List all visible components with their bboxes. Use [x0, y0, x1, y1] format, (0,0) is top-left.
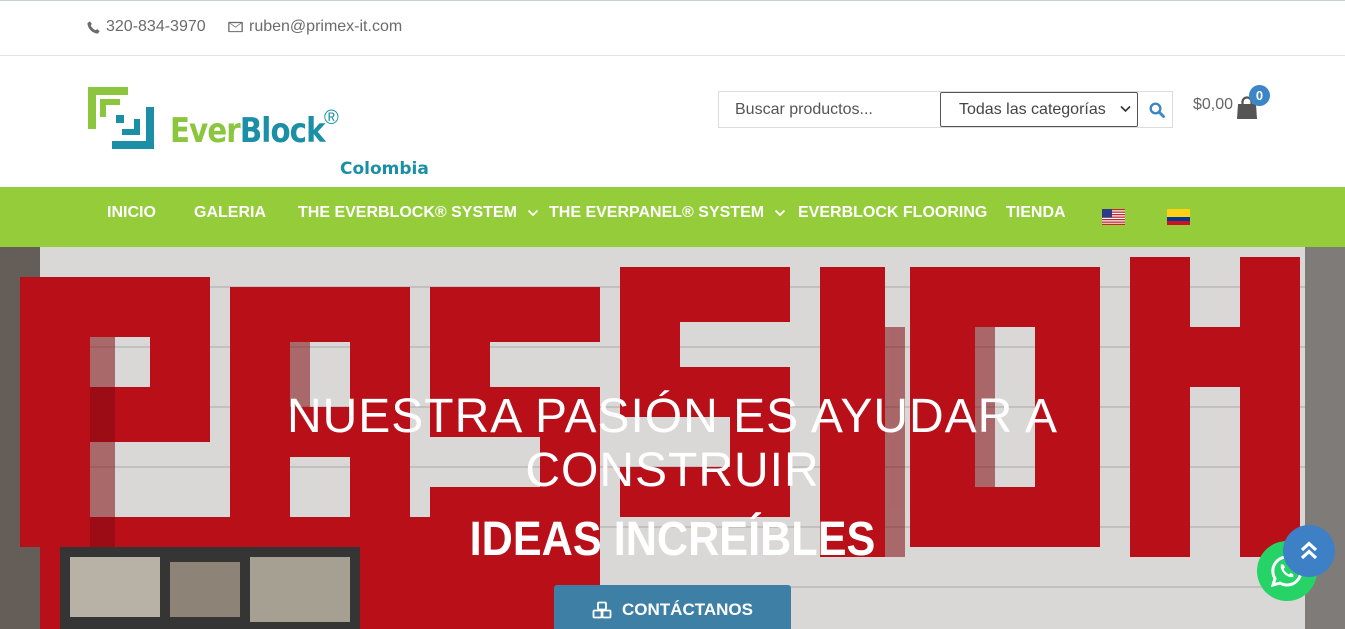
double-chevron-up-icon	[1300, 541, 1318, 560]
nav-item-everpanel-system[interactable]: THE EVERPANEL® SYSTEM	[549, 204, 786, 222]
logo-subtitle: Colombia	[340, 159, 429, 179]
chevron-down-icon	[774, 209, 786, 217]
cubes-icon	[592, 601, 612, 619]
scroll-to-top-button[interactable]	[1283, 525, 1335, 577]
nav-label: INICIO	[107, 204, 156, 221]
contact-us-button[interactable]: CONTÁCTANOS	[554, 585, 791, 629]
colombia-flag-icon[interactable]	[1167, 209, 1190, 225]
category-select-value: Todas las categorías	[959, 101, 1106, 118]
nav-item-everblock-flooring[interactable]: EVERBLOCK FLOORING	[798, 204, 987, 222]
logo-ever: Ever	[170, 111, 241, 151]
category-select[interactable]: Todas las categorías	[940, 92, 1138, 127]
phone-icon	[87, 20, 100, 34]
cart-total[interactable]: $0,00	[1193, 96, 1233, 114]
nav-item-galeria[interactable]: GALERIA	[194, 204, 266, 222]
search-icon	[1148, 101, 1165, 118]
us-flag-icon[interactable]	[1102, 209, 1125, 225]
phone-number: 320-834-3970	[106, 18, 206, 35]
product-search: Todas las categorías	[718, 91, 1173, 128]
everblock-logo[interactable]: EverBlock ® Colombia	[86, 85, 429, 179]
hero-headline-line1: NUESTRA PASIÓN ES AYUDAR A	[286, 390, 1059, 443]
nav-item-inicio[interactable]: INICIO	[107, 204, 156, 222]
chevron-down-icon	[527, 209, 539, 217]
top-bar: 320-834-3970 ruben@primex-it.com	[0, 0, 1345, 56]
phone-contact[interactable]: 320-834-3970	[87, 18, 206, 36]
logo-block: Block	[239, 111, 326, 151]
chevron-down-icon	[1120, 105, 1131, 113]
nav-label: EVERBLOCK FLOORING	[798, 204, 988, 221]
nav-label: TIENDA	[1006, 204, 1066, 221]
hero-subheadline: IDEAS INCREÍBLES	[469, 513, 876, 566]
logo-registered: ®	[324, 107, 339, 129]
main-navigation: INICIO GALERIA THE EVERBLOCK® SYSTEM THE…	[0, 187, 1345, 247]
nav-label: THE EVERBLOCK® SYSTEM	[298, 204, 517, 221]
nav-item-everblock-system[interactable]: THE EVERBLOCK® SYSTEM	[298, 204, 539, 222]
email-address: ruben@primex-it.com	[249, 18, 403, 35]
nav-label: THE EVERPANEL® SYSTEM	[549, 204, 765, 221]
contact-us-label: CONTÁCTANOS	[622, 600, 753, 619]
nav-label: GALERIA	[194, 204, 266, 221]
hero-headline-line2: CONSTRUIR	[525, 444, 820, 497]
site-header: EverBlock ® Colombia Todas las categoría…	[0, 56, 1345, 187]
email-contact[interactable]: ruben@primex-it.com	[228, 18, 402, 36]
nav-item-tienda[interactable]: TIENDA	[1006, 204, 1066, 222]
envelope-icon	[228, 21, 243, 33]
search-button[interactable]	[1140, 92, 1173, 127]
logo-wordmark: EverBlock	[170, 111, 326, 151]
search-input[interactable]	[719, 92, 939, 127]
hero-banner: NUESTRA PASIÓN ES AYUDAR A CONSTRUIR IDE…	[0, 247, 1345, 629]
cart-count-badge: 0	[1249, 85, 1270, 106]
logo-mark-icon	[88, 87, 154, 149]
hero-headline: NUESTRA PASIÓN ES AYUDAR A CONSTRUIR	[0, 390, 1345, 498]
